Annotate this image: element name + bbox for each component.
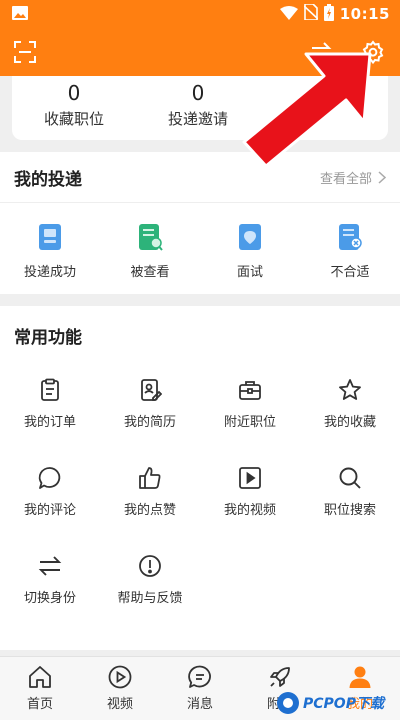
delivery-item-unsuitable[interactable]: 不合适: [300, 223, 400, 280]
function-row: 切换身份 帮助与反馈: [0, 540, 400, 628]
tab-label: 视频: [106, 697, 133, 712]
interview-icon: [239, 224, 261, 250]
function-label: 帮助与反馈: [117, 591, 183, 606]
thumbs-up-icon: [139, 467, 161, 489]
home-icon: [29, 666, 51, 688]
function-item-job-search[interactable]: 职位搜索: [300, 452, 400, 540]
tab-label: 消息: [186, 697, 213, 712]
scan-icon[interactable]: [12, 39, 38, 65]
view-all-link[interactable]: 查看全部: [320, 168, 386, 187]
image-icon: [12, 5, 28, 24]
stat-count: 0: [67, 81, 81, 105]
function-item-videos[interactable]: 我的视频: [200, 452, 300, 540]
function-item-nearby-jobs[interactable]: 附近职位: [200, 364, 300, 452]
star-icon: [339, 379, 361, 400]
function-label: 我的视频: [223, 503, 276, 518]
function-label: 职位搜索: [323, 503, 376, 518]
resume-icon: [141, 379, 162, 401]
common-functions-section: 常用功能 我的订单 我的简历 附近职位 我的收藏 我的评论 我的点赞 我的视频 …: [0, 306, 400, 650]
status-time: 10:15: [339, 5, 390, 23]
function-item-help-feedback[interactable]: 帮助与反馈: [100, 540, 200, 628]
stat-label: 收藏职位: [43, 110, 104, 128]
watermark-logo-icon: [277, 692, 299, 714]
function-item-resume[interactable]: 我的简历: [100, 364, 200, 452]
function-item-switch-identity[interactable]: 切换身份: [0, 540, 100, 628]
delivery-label: 投递成功: [23, 265, 76, 280]
delivery-grid: 投递成功 被查看 面试 不合适: [0, 203, 400, 280]
function-row: 我的订单 我的简历 附近职位 我的收藏: [0, 364, 400, 452]
tab-messages[interactable]: 消息: [160, 657, 240, 720]
function-label: 我的简历: [123, 415, 176, 430]
function-label: 我的点赞: [123, 503, 176, 518]
profile-icon: [349, 666, 371, 688]
wifi-icon: [279, 5, 298, 24]
delivered-icon: [39, 224, 61, 250]
my-delivery-section: 我的投递 查看全部 投递成功 被查看 面试 不合适: [0, 152, 400, 294]
unsuitable-icon: [339, 224, 362, 250]
annotation-arrow-icon: [242, 52, 372, 168]
battery-icon: [323, 3, 334, 25]
function-label: 我的收藏: [323, 415, 376, 430]
section-title: 我的投递: [14, 169, 82, 190]
delivery-label: 面试: [236, 265, 263, 280]
function-item-comments[interactable]: 我的评论: [0, 452, 100, 540]
switch-icon: [38, 556, 62, 576]
tab-video[interactable]: 视频: [80, 657, 160, 720]
briefcase-icon: [239, 381, 261, 400]
function-item-likes[interactable]: 我的点赞: [100, 452, 200, 540]
watermark: PCPOP下载: [276, 688, 400, 718]
order-icon: [41, 378, 59, 401]
stat-saved-jobs[interactable]: 0 收藏职位: [12, 76, 136, 140]
function-label: 我的订单: [23, 415, 76, 430]
delivery-label: 不合适: [330, 265, 370, 280]
view-all-label: 查看全部: [319, 171, 372, 187]
function-label: 切换身份: [23, 591, 76, 606]
section-header: 常用功能: [0, 306, 400, 364]
section-title: 常用功能: [14, 327, 82, 348]
viewed-icon: [139, 224, 163, 251]
video-icon: [239, 467, 261, 489]
help-icon: [139, 555, 161, 577]
status-bar: 10:15: [0, 0, 400, 28]
watermark-text: PCPOP下载: [303, 696, 384, 712]
chevron-right-icon: [378, 170, 386, 184]
delivery-item-delivered[interactable]: 投递成功: [0, 223, 100, 280]
rocket-icon: [270, 667, 290, 687]
function-label: 附近职位: [223, 415, 276, 430]
play-icon: [108, 665, 132, 689]
delivery-item-viewed[interactable]: 被查看: [100, 223, 200, 280]
search-icon: [339, 467, 361, 489]
tab-label: 首页: [26, 697, 53, 712]
no-sim-icon: [303, 3, 319, 24]
function-row: 我的评论 我的点赞 我的视频 职位搜索: [0, 452, 400, 540]
function-label: 我的评论: [23, 503, 76, 518]
delivery-label: 被查看: [130, 265, 170, 280]
tab-home[interactable]: 首页: [0, 657, 80, 720]
function-item-favorites[interactable]: 我的收藏: [300, 364, 400, 452]
delivery-item-interview[interactable]: 面试: [200, 223, 300, 280]
function-item-orders[interactable]: 我的订单: [0, 364, 100, 452]
message-icon: [188, 665, 211, 688]
comment-icon: [38, 467, 61, 489]
